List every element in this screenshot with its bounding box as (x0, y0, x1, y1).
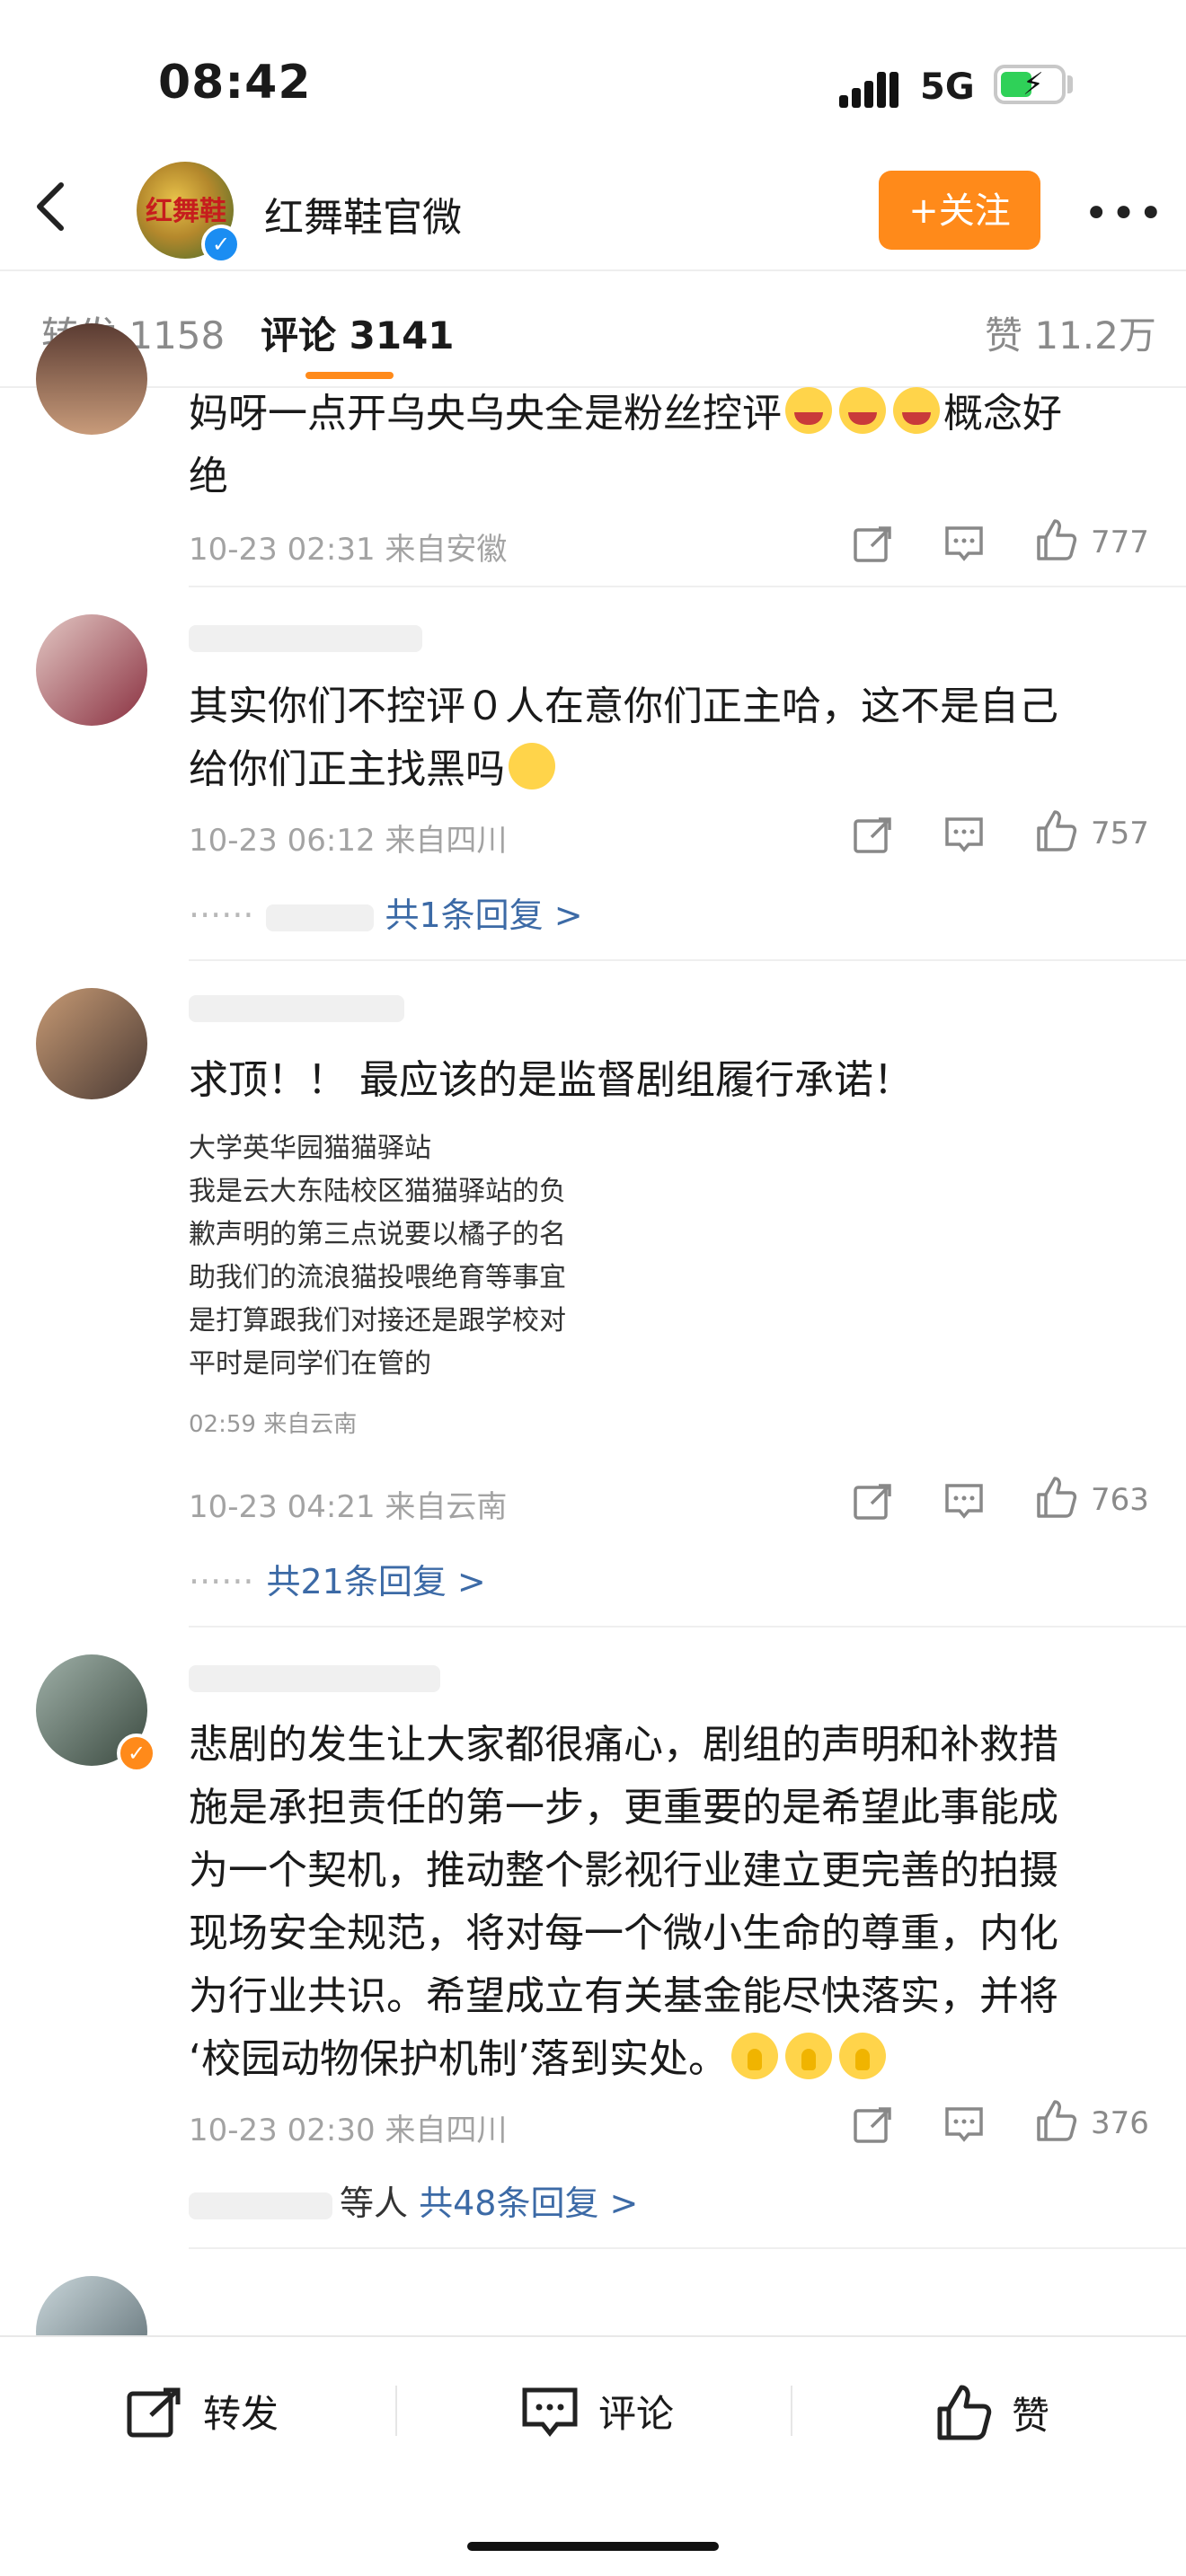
quote-line: 是打算跟我们对接还是跟学校对 (189, 1305, 566, 1337)
like-count: 376 (1091, 2105, 1149, 2141)
comment-icon[interactable] (942, 2102, 987, 2147)
comment-avatar[interactable] (36, 988, 147, 1099)
verified-badge-icon: ✓ (117, 1734, 156, 1773)
like-icon[interactable] (1033, 808, 1078, 853)
bottom-separator (395, 2386, 397, 2436)
comment-button[interactable]: 评论 (521, 2384, 674, 2439)
comment-text-line: 为一个契机，推动整个影视行业建立更完善的拍摄 (189, 1848, 1058, 1893)
comment-text-line: 绝 (189, 454, 228, 499)
comment-label: 评论 (598, 2392, 675, 2436)
signal-icon (839, 72, 898, 108)
like-icon[interactable] (1033, 517, 1078, 562)
comment-text: 求顶！！ 最应该的是监督剧组履行承诺！ (189, 1057, 913, 1103)
repost-label: 转发 (203, 2392, 279, 2436)
share-icon[interactable] (850, 2102, 895, 2147)
account-name[interactable]: 红舞鞋官微 (264, 185, 462, 243)
pray-emoji-icon (730, 2033, 778, 2079)
comment-divider (189, 1626, 1186, 1628)
comment-text: 悲剧的发生让大家都很痛心，剧组的声明和补救措 施是承担责任的第一步，更重要的是希… (189, 1714, 1159, 2091)
bottom-bar-divider (0, 2335, 1186, 2337)
comment-text-line: 妈呀一点开乌央乌央全是粉丝控评 (189, 391, 782, 437)
like-count: 757 (1091, 816, 1149, 851)
reply-link[interactable]: 等人 共48条回复 > (189, 2175, 638, 2225)
comment-username[interactable] (189, 625, 422, 652)
like-bar-icon (937, 2385, 992, 2440)
reply-link[interactable]: ······ 共21条回复 > (189, 1554, 486, 1603)
share-icon[interactable] (850, 521, 895, 566)
laugh-emoji-icon (893, 387, 940, 434)
quote-meta: 02:59 来自云南 (189, 1411, 358, 1438)
share-icon[interactable] (850, 812, 895, 857)
comment-meta: 10-23 02:30 来自四川 (189, 2113, 508, 2148)
comment-text-line: ‘校园动物保护机制’落到实处。 (189, 2036, 728, 2082)
reply-count[interactable]: 共21条回复 > (266, 1562, 485, 1601)
laugh-emoji-icon (785, 387, 832, 434)
blush-emoji-icon (509, 743, 555, 790)
share-icon[interactable] (850, 1478, 895, 1523)
comment-text: 妈呀一点开乌央乌央全是粉丝控评 概念好 绝 (189, 383, 1159, 508)
comment-avatar[interactable] (36, 614, 147, 726)
quote-line: 我是云大东陆校区猫猫驿站的负 (189, 1176, 566, 1207)
comment-text-line: 现场安全规范，将对每一个微小生命的尊重，内化 (189, 1910, 1058, 1956)
bottom-action-bar (0, 2335, 1186, 2576)
network-type: 5G (920, 66, 975, 108)
comment-meta: 10-23 06:12 来自四川 (189, 823, 508, 859)
quoted-screenshot-image[interactable]: 大学英华园猫猫驿站 我是云大东陆校区猫猫驿站的负 歉声明的第三点说要以橘子的名 … (189, 1118, 629, 1446)
repost-button[interactable]: 转发 (126, 2384, 279, 2439)
repost-icon (127, 2387, 181, 2437)
battery-icon: ⚡ (994, 65, 1066, 104)
like-count: 777 (1091, 525, 1149, 560)
comment-bar-icon (522, 2387, 578, 2437)
reply-count[interactable]: 共1条回复 > (385, 895, 582, 935)
avatar-logo-text: 红舞鞋 (146, 196, 226, 227)
quote-line: 助我们的流浪猫投喂绝育等事宜 (189, 1262, 566, 1293)
comment-text-tail: 概念好 (943, 391, 1062, 437)
pray-emoji-icon (838, 2033, 886, 2079)
quote-line: 平时是同学们在管的 (189, 1348, 431, 1380)
tab-comment[interactable]: 评论 3141 (261, 305, 455, 360)
laugh-emoji-icon (839, 387, 886, 434)
comment-divider (189, 959, 1186, 961)
comment-text-line: 给你们正主找黑吗 (189, 746, 505, 792)
like-label: 赞 (1012, 2393, 1050, 2438)
like-button[interactable]: 赞 (934, 2384, 1049, 2441)
tab-like[interactable]: 赞 11.2万 (985, 305, 1156, 360)
comment-meta: 10-23 02:31 来自安徽 (189, 532, 508, 568)
status-time: 08:42 (158, 56, 312, 110)
comment-divider (189, 2247, 1186, 2249)
comment-username[interactable] (189, 1665, 440, 1692)
reply-link[interactable]: ······ 共1条回复 > (189, 887, 583, 937)
comment-divider (189, 586, 1186, 587)
comment-icon[interactable] (942, 1478, 987, 1523)
reply-count[interactable]: 共48条回复 > (419, 2183, 638, 2223)
battery-tip (1067, 75, 1073, 93)
quote-line: 歉声明的第三点说要以橘子的名 (189, 1219, 566, 1250)
bottom-separator (791, 2386, 792, 2436)
comment-text-line: 为行业共识。希望成立有关基金能尽快落实，并将 (189, 1973, 1058, 2019)
more-icon[interactable]: ••• (1084, 189, 1165, 239)
like-icon[interactable] (1033, 1475, 1078, 1520)
comment-text: 其实你们不控评０人在意你们正主哈，这不是自己 给你们正主找黑吗 (189, 675, 1159, 801)
comment-meta: 10-23 04:21 来自云南 (189, 1489, 508, 1525)
home-indicator[interactable] (467, 2542, 719, 2551)
comment-text-line: 悲剧的发生让大家都很痛心，剧组的声明和补救措 (189, 1722, 1058, 1768)
comment-text-line: 施是承担责任的第一步，更重要的是希望此事能成 (189, 1785, 1058, 1831)
pray-emoji-icon (784, 2033, 832, 2079)
comment-text-line: 其实你们不控评０人在意你们正主哈，这不是自己 (189, 684, 1058, 729)
follow-button[interactable]: +关注 (879, 171, 1040, 250)
comment-username[interactable] (189, 995, 404, 1022)
comment-avatar[interactable] (36, 323, 147, 435)
active-tab-indicator (305, 372, 394, 379)
verified-badge-icon: ✓ (201, 225, 241, 264)
like-icon[interactable] (1033, 2098, 1078, 2143)
comment-icon[interactable] (942, 521, 987, 566)
quote-line: 大学英华园猫猫驿站 (189, 1133, 431, 1164)
header-divider (0, 269, 1186, 271)
back-icon[interactable] (27, 180, 77, 234)
reply-names: 等人 (340, 2183, 409, 2223)
like-count: 763 (1091, 1482, 1149, 1518)
comment-icon[interactable] (942, 812, 987, 857)
